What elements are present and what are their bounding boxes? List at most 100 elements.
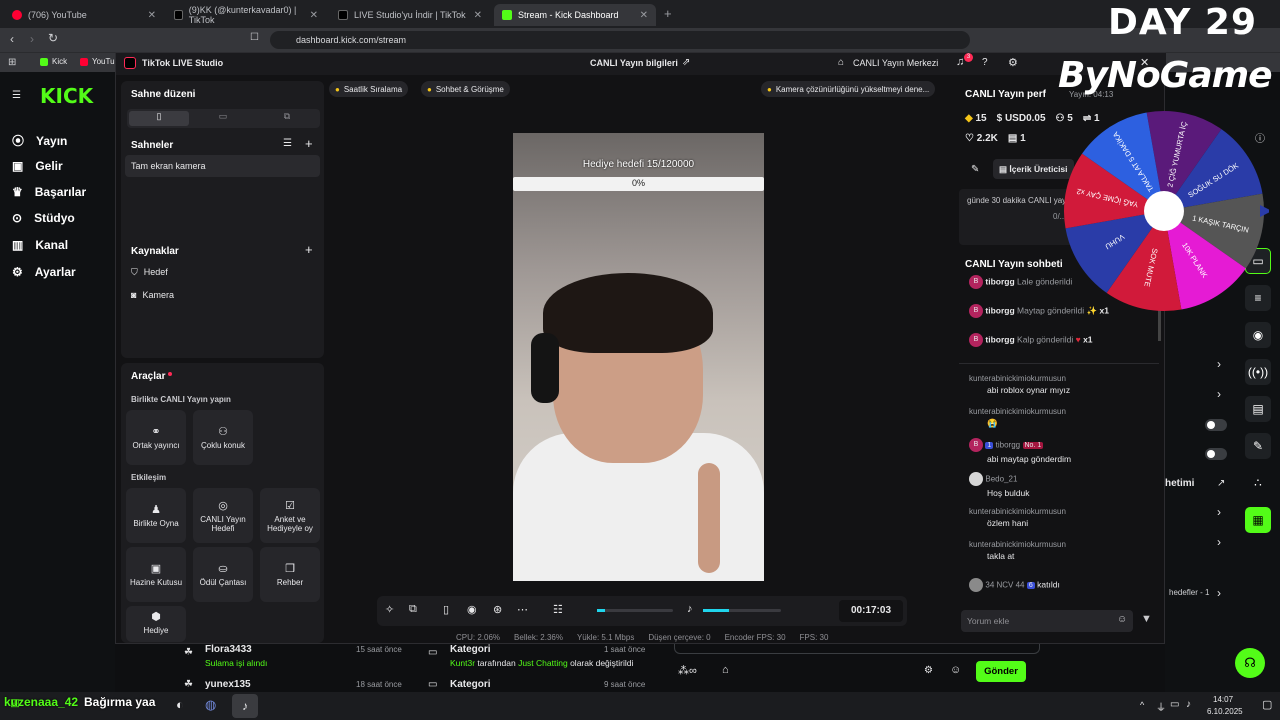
bookmark-icon[interactable]: ☐ — [250, 32, 259, 43]
chat-input-edge[interactable] — [674, 644, 1040, 654]
mixer-icon[interactable]: ☷ — [553, 603, 563, 616]
gift-tool[interactable]: ⬢ Hediye — [126, 606, 186, 642]
bell-icon[interactable]: ♫ — [956, 56, 964, 68]
treasure-box-tool[interactable]: ▣ Hazine Kutusu — [126, 547, 186, 602]
guide-tool[interactable]: ❒ Rehber — [260, 547, 320, 602]
nav-ayarlar[interactable]: ⚙ Ayarlar — [12, 265, 76, 279]
filter-icon[interactable]: ▼ — [1141, 613, 1152, 625]
nav-yayin[interactable]: ⦿ Yayın — [12, 132, 67, 149]
tiktok-taskbar-button[interactable]: ♪ — [232, 694, 258, 718]
chevron-right-icon[interactable]: › — [1217, 505, 1221, 519]
send-button[interactable]: Gönder — [976, 661, 1026, 682]
browser-tab-kick[interactable]: Stream - Kick Dashboard ✕ — [494, 4, 656, 26]
stream-info-title[interactable]: CANLI Yayın bilgileri — [590, 58, 678, 68]
reload-icon[interactable]: ↻ — [48, 31, 58, 45]
chevron-right-icon[interactable]: › — [1217, 387, 1221, 401]
live-center-button[interactable]: CANLI Yayın Merkezi — [853, 58, 938, 68]
mic-slider[interactable] — [703, 609, 781, 612]
usb-icon[interactable]: ⏚ — [1156, 699, 1166, 714]
notification-icon[interactable]: ▢ — [1262, 698, 1272, 711]
nav-gelir[interactable]: ▣ Gelir — [12, 159, 63, 173]
avatar: B — [969, 275, 983, 289]
source-item[interactable]: ◙ Kamera — [131, 290, 174, 300]
tray-chevron-icon[interactable]: ^ — [1140, 700, 1144, 710]
dots-tool-button[interactable]: ∴ — [1245, 470, 1271, 496]
microphone-icon[interactable]: ♪ — [687, 603, 693, 615]
bookmark-youtube[interactable]: YouTu — [80, 57, 115, 66]
message-tool-button[interactable]: ◉ — [1245, 322, 1271, 348]
poll-tool[interactable]: ☑ Anket ve Hediyeyle oy — [260, 488, 320, 543]
scene-item[interactable]: Tam ekran kamera — [125, 155, 320, 177]
discord-icon[interactable]: ◍ — [205, 697, 216, 713]
chat-call-chip[interactable]: ● Sohbet & Görüşme — [421, 81, 510, 97]
add-source-button[interactable]: + — [305, 242, 313, 257]
list-icon[interactable]: ☰ — [283, 138, 292, 149]
wheel-hub[interactable] — [1144, 191, 1184, 231]
source-item[interactable]: ⛉ Hedef — [131, 267, 168, 278]
activity-user[interactable]: Flora3433 — [205, 644, 252, 655]
new-tab-button[interactable]: + — [664, 6, 672, 21]
layers-icon[interactable]: ⧉ — [409, 603, 417, 616]
url-field[interactable]: dashboard.kick.com/stream — [270, 31, 970, 49]
steam-icon[interactable]: ◐ — [176, 697, 184, 712]
camera-tip-chip[interactable]: ● Kamera çözünürlüğünü yükseltmeyi dene..… — [761, 81, 936, 97]
play-together-tool[interactable]: ♟ Birlikte Oyna — [126, 488, 186, 543]
dual-layout-button[interactable]: ⧉ — [257, 111, 317, 126]
help-icon[interactable]: ? — [982, 57, 988, 68]
landscape-layout-button[interactable]: ▭ — [193, 111, 253, 126]
camera-switch-icon[interactable]: ⊛ — [493, 603, 502, 616]
nav-studyo[interactable]: ⊙ Stüdyo — [12, 211, 75, 225]
chevron-right-icon[interactable]: › — [1217, 535, 1221, 549]
hourly-ranking-chip[interactable]: ● Saatlik Sıralama — [329, 81, 409, 97]
nav-kanal[interactable]: ▥ Kanal — [12, 238, 68, 252]
toggle-switch[interactable] — [1205, 448, 1227, 460]
portrait-layout-button[interactable]: ▯ — [129, 111, 189, 126]
toggle-switch[interactable] — [1205, 419, 1227, 431]
bot-icon[interactable]: ☺ — [950, 664, 961, 676]
grid-tool-button[interactable]: ▦ — [1245, 507, 1271, 533]
browser-tab-tiktok[interactable]: (9)KK (@kunterkavadar0) | TikTok ✕ — [166, 4, 326, 26]
live-goal-tool[interactable]: ◎ CANLI Yayın Hedefi — [193, 488, 253, 543]
multi-guest-tool[interactable]: ⚇ Çoklu konuk — [193, 410, 253, 465]
more-icon[interactable]: ⋯ — [517, 603, 528, 616]
close-icon[interactable]: ✕ — [148, 10, 156, 21]
effects-icon[interactable]: ✧ — [385, 603, 394, 616]
gear-icon[interactable]: ⚙ — [924, 665, 933, 676]
layout-tool-button[interactable]: ▤ — [1245, 396, 1271, 422]
creator-tools-icon[interactable]: ✎ — [971, 164, 979, 175]
comment-input[interactable]: Yorum ekle — [961, 610, 1133, 632]
volume-slider[interactable] — [597, 609, 673, 612]
add-scene-button[interactable]: + — [305, 136, 313, 151]
kick-logo[interactable]: KICK — [40, 84, 93, 108]
chevron-right-icon[interactable]: › — [1217, 357, 1221, 371]
close-icon[interactable]: ✕ — [310, 10, 318, 21]
bookmark-kick[interactable]: Kick — [40, 57, 67, 66]
external-icon[interactable]: ↗ — [1217, 478, 1225, 489]
home-icon[interactable]: ⌂ — [838, 57, 844, 68]
emoji-icon[interactable]: ☺ — [1117, 614, 1127, 625]
close-icon[interactable]: ✕ — [640, 10, 648, 21]
share-icon[interactable]: ⇗ — [682, 57, 690, 68]
wrench-tool-button[interactable]: ✎ — [1245, 433, 1271, 459]
nav-basarilar[interactable]: ♛ Başarılar — [12, 185, 86, 199]
activity-user[interactable]: yunex135 — [205, 679, 251, 690]
browser-tab-youtube[interactable]: (706) YouTube ✕ — [4, 4, 164, 26]
help-button[interactable]: ☊ — [1235, 648, 1265, 678]
menu-icon[interactable]: ☰ — [12, 90, 21, 101]
apps-icon[interactable]: ⊞ — [8, 57, 16, 68]
gear-icon[interactable]: ⚙ — [1008, 56, 1018, 69]
network-icon[interactable]: ▭ — [1170, 699, 1179, 710]
volume-icon[interactable]: ♪ — [1186, 699, 1191, 710]
back-icon[interactable]: ‹ — [10, 32, 14, 46]
forward-icon[interactable]: › — [30, 32, 34, 46]
phone-icon[interactable]: ▯ — [443, 603, 449, 616]
emote-icon[interactable]: ⁂∞ — [678, 664, 697, 677]
browser-tab-tiktok-studio[interactable]: LIVE Studio'yu İndir | TikTok ✕ — [330, 4, 490, 26]
record-icon[interactable]: ◉ — [467, 603, 477, 616]
close-icon[interactable]: ✕ — [474, 10, 482, 21]
co-host-tool[interactable]: ⚭ Ortak yayıncı — [126, 410, 186, 465]
broadcast-tool-button[interactable]: ((•)) — [1245, 359, 1271, 385]
reward-bag-tool[interactable]: ⛀ Ödül Çantası — [193, 547, 253, 602]
store-icon[interactable]: ⌂ — [722, 664, 729, 676]
chevron-right-icon[interactable]: › — [1217, 586, 1221, 600]
